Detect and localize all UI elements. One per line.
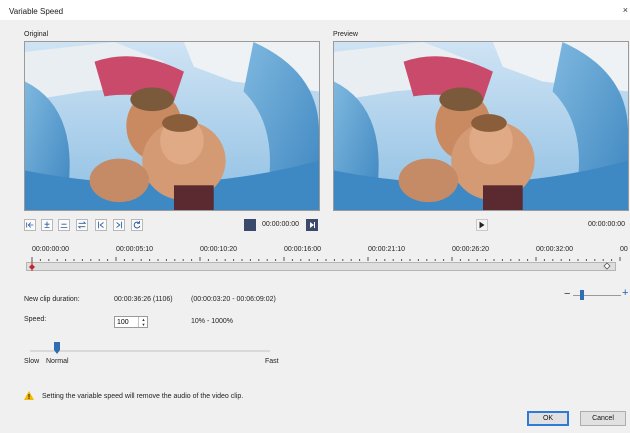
ruler-label: 00:00:26:20 bbox=[452, 246, 489, 253]
timeline-track[interactable] bbox=[26, 262, 616, 271]
ok-button[interactable]: OK bbox=[527, 411, 569, 426]
speed-down-icon[interactable]: ▼ bbox=[140, 322, 147, 327]
step-forward-icon bbox=[310, 222, 315, 228]
duration-label: New clip duration: bbox=[24, 296, 80, 303]
add-keyframe-icon[interactable] bbox=[41, 219, 53, 231]
original-label: Original bbox=[24, 31, 49, 38]
original-timecode: 00:00:00:00 bbox=[262, 221, 299, 228]
ruler-label: 00:00:00:00 bbox=[32, 246, 69, 253]
original-video[interactable] bbox=[24, 41, 320, 211]
ruler-label: 00:00:05:10 bbox=[116, 246, 153, 253]
cancel-button[interactable]: Cancel bbox=[580, 411, 626, 426]
remove-keyframe-icon[interactable] bbox=[58, 219, 70, 231]
warning-icon bbox=[24, 391, 34, 400]
title-bar: Variable Speed × bbox=[0, 0, 630, 20]
speed-stepper-arrows: ▲ ▼ bbox=[138, 317, 147, 327]
preview-video[interactable] bbox=[333, 41, 629, 211]
slider-slow-label: Slow bbox=[24, 358, 40, 365]
zoom-in-icon[interactable]: + bbox=[622, 287, 628, 299]
duration-range: (00:00:03:20 - 00:06:09:02) bbox=[191, 296, 276, 303]
end-marker[interactable] bbox=[603, 261, 611, 271]
close-icon[interactable]: × bbox=[623, 5, 628, 15]
window-title: Variable Speed bbox=[9, 7, 64, 16]
speed-slider-track[interactable] bbox=[30, 350, 270, 352]
speed-slider-thumb[interactable] bbox=[54, 342, 60, 354]
play-icon bbox=[479, 221, 485, 229]
zoom-out-icon[interactable]: − bbox=[564, 288, 570, 300]
slider-normal-label: Normal bbox=[46, 358, 69, 365]
speed-input[interactable] bbox=[117, 318, 139, 327]
ruler-label: 00:00:16:00 bbox=[284, 246, 321, 253]
play-frame-button[interactable] bbox=[306, 219, 318, 231]
zoom-slider-thumb[interactable] bbox=[580, 290, 584, 300]
zoom-control: − + bbox=[564, 287, 630, 302]
previous-keyframe-icon[interactable] bbox=[95, 219, 107, 231]
preview-frame-image bbox=[334, 42, 628, 210]
mark-in-icon[interactable] bbox=[24, 219, 36, 231]
duration-value: 00:00:36:26 (1106) bbox=[114, 296, 173, 303]
ruler-label: 00 bbox=[620, 246, 628, 253]
preview-label: Preview bbox=[333, 31, 358, 38]
reverse-icon[interactable] bbox=[76, 219, 88, 231]
video-frame-image bbox=[25, 42, 319, 210]
reset-icon[interactable] bbox=[131, 219, 143, 231]
next-keyframe-icon[interactable] bbox=[113, 219, 125, 231]
ruler-label: 00:00:10:20 bbox=[200, 246, 237, 253]
speed-range: 10% - 1000% bbox=[191, 318, 234, 325]
speed-slider[interactable] bbox=[30, 342, 270, 357]
ruler-label: 00:00:21:10 bbox=[368, 246, 405, 253]
preview-timecode: 00:00:00:00 bbox=[588, 221, 625, 228]
stop-button[interactable] bbox=[244, 219, 256, 231]
ruler-ticks bbox=[31, 257, 621, 261]
preview-play-button[interactable] bbox=[476, 219, 488, 231]
ruler-label: 00:00:32:00 bbox=[536, 246, 573, 253]
warning-message: Setting the variable speed will remove t… bbox=[42, 393, 244, 400]
speed-stepper[interactable]: ▲ ▼ bbox=[114, 316, 148, 328]
speed-label: Speed: bbox=[24, 316, 47, 323]
slider-fast-label: Fast bbox=[265, 358, 279, 365]
playhead-marker[interactable] bbox=[28, 261, 36, 271]
